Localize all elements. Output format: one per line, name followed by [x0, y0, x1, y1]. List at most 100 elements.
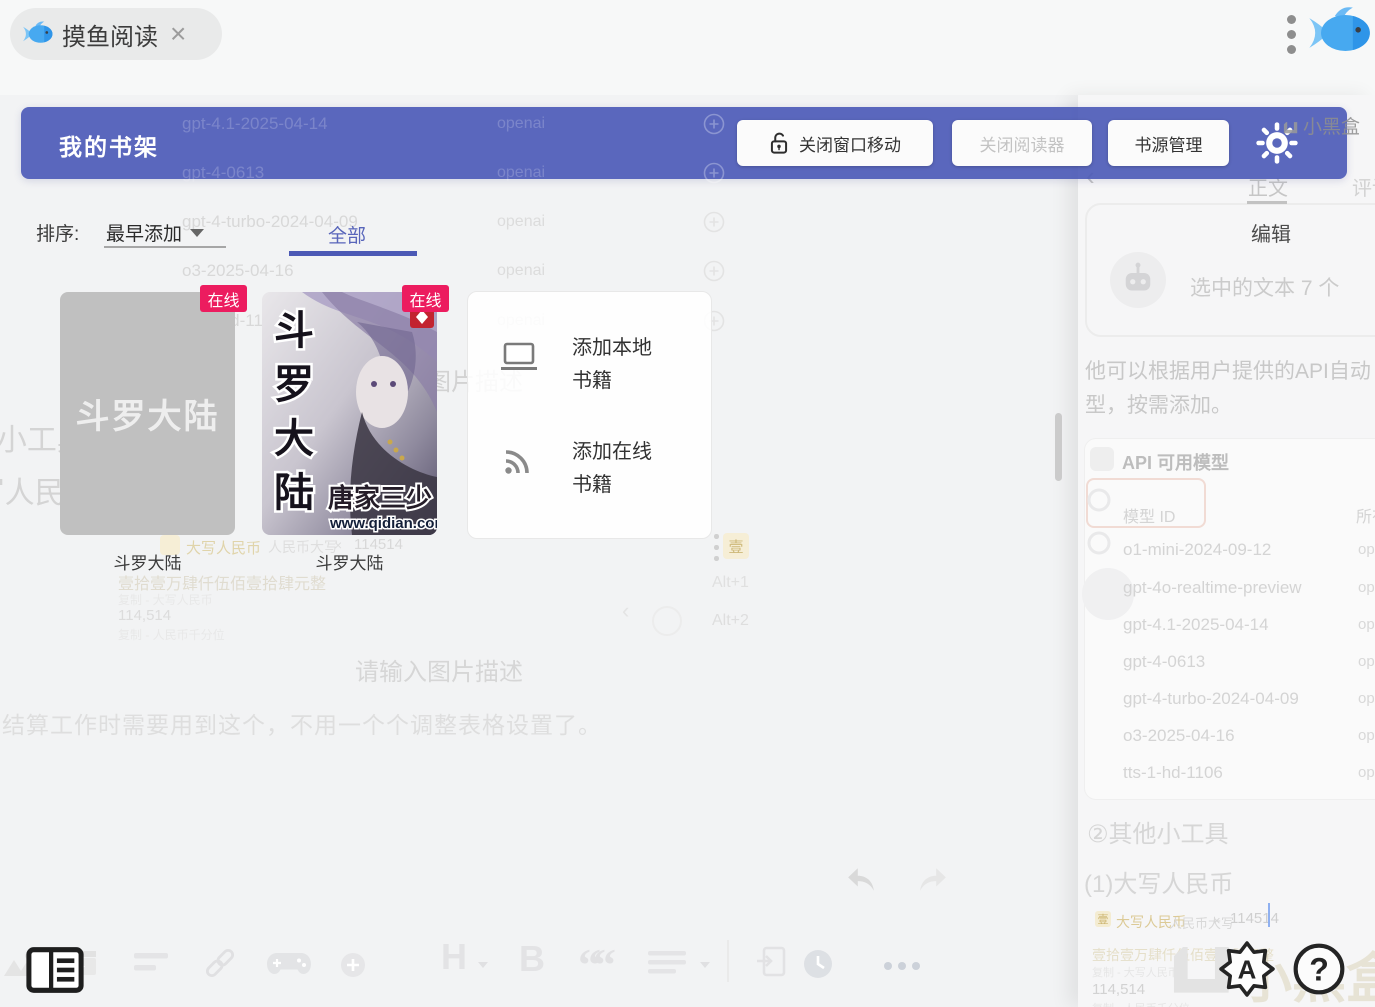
bg-model-owner: openai [497, 213, 546, 230]
help-button[interactable]: ? [1291, 941, 1347, 997]
ghost-model-name: gpt-4-0613 [182, 163, 265, 182]
bg-paragraph: 结算工作时需要用到这个，不用一个个调整表格设置了。 [2, 712, 602, 738]
column-model-id: 模型 ID [1123, 509, 1176, 526]
panel-model: tts-1-hd-1106 [1123, 763, 1223, 782]
help-label: ? [1309, 951, 1329, 987]
section-other-tools: ②其他小工具 [1087, 821, 1229, 848]
panel-owner: openai [1358, 616, 1375, 633]
book-title[interactable]: 斗罗大陆 [262, 549, 437, 574]
close-reader-button[interactable]: 关闭阅读器 [952, 120, 1092, 166]
panel-model: gpt-4-turbo-2024-04-09 [1123, 689, 1299, 708]
close-icon[interactable]: × [170, 20, 186, 48]
plus-circle-icon [341, 953, 365, 977]
api-card-icon [1090, 447, 1114, 471]
panel-model: o1-mini-2024-09-12 [1123, 540, 1272, 559]
font-settings-label: A [1238, 956, 1257, 984]
lock-window-move-button[interactable]: 关闭窗口移动 [737, 120, 933, 166]
add-book-panel: 添加本地书籍 添加在线书籍 [467, 291, 712, 539]
more-dot [884, 962, 892, 970]
book-cover-placeholder[interactable]: 斗罗大陆 [60, 292, 235, 535]
filter-tab-all[interactable]: 全部 [328, 221, 366, 248]
app-fish-logo[interactable] [1303, 3, 1373, 63]
text-caret [1268, 903, 1270, 927]
robot-avatar [1110, 252, 1166, 308]
book-cover-text: 斗罗大陆 [75, 398, 220, 436]
bookshelf-title: 我的书架 [59, 134, 159, 160]
online-badge: 在线 [402, 285, 449, 312]
add-local-book-item[interactable]: 添加本地书籍 [468, 322, 711, 417]
edit-button: 编辑 [1251, 224, 1291, 246]
kebab-dot [714, 545, 719, 550]
kebab-dot [1287, 15, 1296, 24]
reader-mode-button[interactable] [26, 946, 84, 994]
bg-model-owner: openai [497, 262, 546, 279]
panel-owner: openai [1358, 541, 1375, 558]
bookshelf-header-bar: gpt-4.1-2025-04-14 gpt-4-0613 openai ope… [21, 107, 1347, 184]
panel-model: gpt-4.1-2025-04-14 [1123, 615, 1269, 634]
cover-char: 陆 [274, 470, 314, 515]
more-dot [912, 962, 920, 970]
openai-logo-icon [1087, 488, 1111, 512]
panel-owner: openai [1358, 579, 1375, 596]
sort-label: 排序: [36, 224, 80, 245]
heybox-watermark-top: 小黑盒 [1280, 112, 1360, 139]
tab-comment: 评论 [1352, 178, 1375, 200]
cover-author: 唐家三少 [328, 483, 432, 513]
add-online-book-item[interactable]: 添加在线书籍 [468, 426, 711, 521]
shortcut-alt1: Alt+1 [712, 574, 749, 591]
rmb-copy-caps: 复制 - 大写人民币 [118, 593, 213, 607]
book-title[interactable]: 斗罗大陆 [60, 549, 235, 574]
panel-desc-line2: 型，按需添加。 [1085, 394, 1232, 417]
shortcut-alt2: Alt+2 [712, 612, 749, 629]
kebab-menu[interactable] [1286, 13, 1298, 57]
laptop-icon [501, 342, 537, 370]
heybox-watermark-label: 小黑盒 [1303, 117, 1361, 138]
bg-robot-bubble-icon [652, 606, 682, 636]
cover-site: www.qidian.com [329, 515, 437, 532]
ghost-model-name: gpt-4.1-2025-04-14 [182, 114, 328, 133]
panel-model: gpt-4o-realtime-preview [1123, 578, 1302, 597]
screen: gpt-4-turbo-2024-04-09 o3-2025-04-16 tts… [0, 0, 1375, 1007]
rmb-num-text: 114,514 [1092, 981, 1146, 998]
more-dot [898, 962, 906, 970]
scrollbar-thumb[interactable] [1055, 413, 1062, 481]
unlock-icon [770, 132, 788, 154]
file-import-icon [757, 946, 786, 977]
add-circle-icon [703, 211, 725, 233]
filter-tab-underline [289, 251, 417, 256]
rmb-num-text: 114,514 [118, 607, 172, 624]
align-lines-icon [134, 953, 168, 971]
quote-icon: ““ [578, 939, 616, 990]
selection-info: 选中的文本 7 个 [1190, 277, 1340, 300]
api-card-title: API 可用模型 [1122, 453, 1230, 473]
cover-char: 大 [274, 416, 314, 461]
dropdown-caret-icon [190, 229, 204, 237]
rmb-widget-icon: 壹 [1095, 911, 1111, 927]
ghost-add-circle-icon [703, 113, 725, 135]
undo-icon [848, 868, 874, 891]
book-sources-label: 书源管理 [1134, 135, 1203, 155]
bg-model-name: o3-2025-04-16 [182, 261, 294, 280]
rmb-tool-icon: 壹 [723, 533, 749, 559]
sort-underline [104, 246, 226, 248]
ghost-model-owner: openai [497, 164, 546, 181]
panel-owner: openai [1358, 727, 1375, 744]
cover-char: 罗 [274, 362, 314, 407]
ghost-model-owner: openai [497, 115, 546, 132]
rss-icon [505, 450, 529, 474]
heybox-logo-icon [1280, 115, 1300, 137]
rmb-copy-num: 复制 - 人民币千分位 [118, 628, 225, 642]
book-cover-art[interactable]: 斗 罗 大 陆 唐家三少 www.qidian.com [262, 292, 437, 535]
font-settings-button[interactable]: A [1219, 941, 1275, 997]
sort-dropdown[interactable]: 最早添加 [106, 219, 182, 246]
book-sources-button[interactable]: 书源管理 [1108, 120, 1229, 166]
app-tab[interactable]: 摸鱼阅读 × [10, 8, 222, 60]
bg-chevron-left-icon: ‹ [622, 598, 630, 623]
app-tab-title: 摸鱼阅读 [62, 23, 158, 51]
panel-owner: openai [1358, 764, 1375, 781]
cover-char: 斗 [274, 308, 314, 353]
robot-icon [1125, 262, 1151, 291]
section-rmb: (1)大写人民币 [1084, 871, 1234, 898]
column-owner: 所有者 [1356, 509, 1375, 526]
gamepad-icon [267, 953, 311, 974]
